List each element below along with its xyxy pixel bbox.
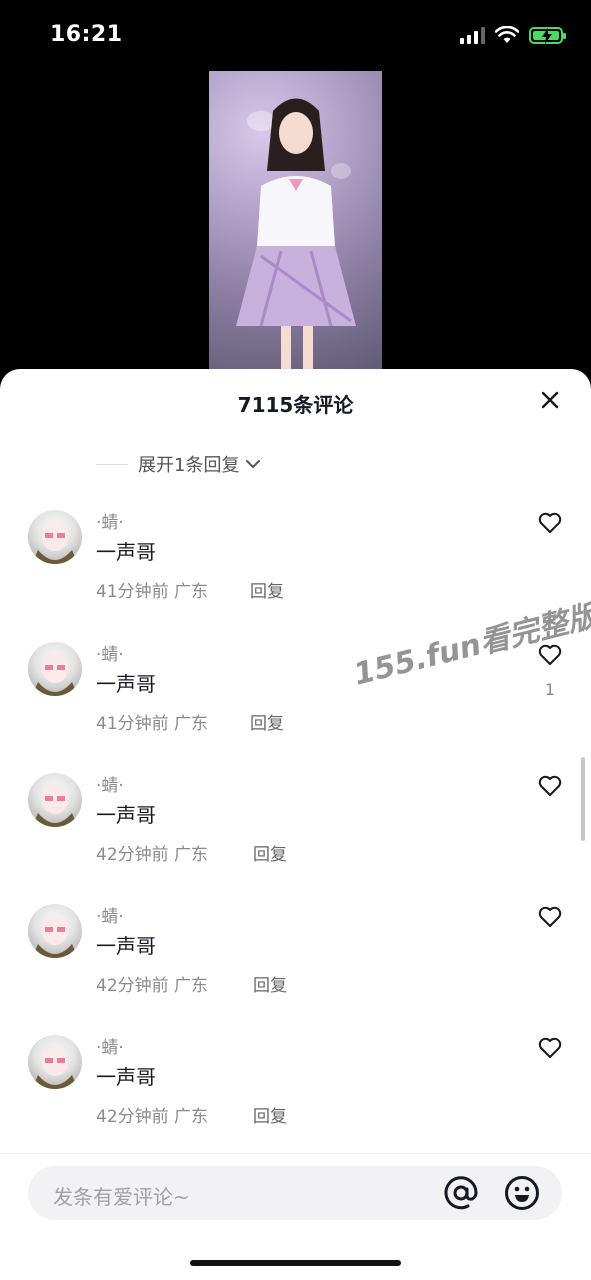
avatar[interactable]: [28, 773, 82, 827]
battery-icon: [529, 26, 566, 44]
comment-meta: 41分钟前 广东: [96, 709, 208, 734]
comment-username[interactable]: ·蜻·: [96, 508, 124, 533]
comment-username[interactable]: ·蜻·: [96, 902, 124, 927]
scrollbar[interactable]: [581, 757, 585, 841]
comment-username[interactable]: ·蜻·: [96, 640, 124, 665]
comment-item: ·蜻· 一声哥 42分钟前 广东 回复: [0, 904, 591, 1014]
comment-text: 一声哥: [96, 1065, 156, 1089]
at-icon[interactable]: [443, 1175, 479, 1211]
close-icon[interactable]: [539, 389, 561, 411]
avatar[interactable]: [28, 642, 82, 696]
comment-location: 广东: [174, 976, 209, 996]
wifi-icon: [495, 26, 519, 43]
video-preview[interactable]: [209, 71, 382, 376]
reply-button[interactable]: 回复: [253, 1102, 287, 1127]
comment-time: 41分钟前: [96, 582, 169, 602]
comment-input[interactable]: 发条有爱评论~: [28, 1166, 562, 1220]
comment-item: ·蜻· 一声哥 42分钟前 广东 回复: [0, 773, 591, 883]
emoji-icon[interactable]: [504, 1175, 540, 1211]
comment-meta: 41分钟前 广东: [96, 577, 208, 602]
status-bar: 16:21: [0, 0, 591, 70]
comment-username[interactable]: ·蜻·: [96, 771, 124, 796]
status-icons: [460, 26, 566, 44]
comment-item: ·蜻· 一声哥 41分钟前 广东 回复 1: [0, 642, 591, 752]
reply-button[interactable]: 回复: [250, 709, 284, 734]
heart-icon[interactable]: [537, 510, 563, 536]
comment-text: 一声哥: [96, 803, 156, 827]
comment-time: 42分钟前: [96, 1107, 169, 1127]
comment-time: 41分钟前: [96, 714, 169, 734]
expand-replies-button[interactable]: 展开1条回复: [96, 451, 261, 477]
comment-text: 一声哥: [96, 540, 156, 564]
input-divider: [0, 1153, 591, 1154]
home-indicator: [190, 1260, 401, 1266]
comment-input-placeholder: 发条有爱评论~: [53, 1185, 190, 1209]
heart-icon[interactable]: [537, 1035, 563, 1061]
expand-divider: [96, 463, 128, 465]
comment-time: 42分钟前: [96, 845, 169, 865]
avatar[interactable]: [28, 510, 82, 564]
heart-icon[interactable]: [537, 904, 563, 930]
comment-location: 广东: [174, 845, 209, 865]
avatar[interactable]: [28, 904, 82, 958]
comment-time: 42分钟前: [96, 976, 169, 996]
expand-replies-label: 展开1条回复: [138, 455, 240, 476]
signal-icon: [460, 26, 485, 44]
reply-button[interactable]: 回复: [253, 840, 287, 865]
comment-text: 一声哥: [96, 934, 156, 958]
comment-location: 广东: [174, 1107, 209, 1127]
avatar[interactable]: [28, 1035, 82, 1089]
status-time: 16:21: [50, 22, 123, 47]
comment-item: ·蜻· 一声哥 42分钟前 广东 回复: [0, 1035, 591, 1145]
reply-button[interactable]: 回复: [253, 971, 287, 996]
like-count: 1: [544, 680, 555, 699]
reply-button[interactable]: 回复: [250, 577, 284, 602]
comments-title: 7115条评论: [237, 393, 354, 417]
comment-location: 广东: [174, 714, 209, 734]
comment-meta: 42分钟前 广东: [96, 1102, 208, 1127]
chevron-down-icon: [246, 460, 261, 469]
video-figure-image: [235, 98, 356, 376]
comment-meta: 42分钟前 广东: [96, 971, 208, 996]
heart-icon[interactable]: [537, 773, 563, 799]
comment-location: 广东: [174, 582, 209, 602]
comment-text: 一声哥: [96, 672, 156, 696]
comment-username[interactable]: ·蜻·: [96, 1033, 124, 1058]
comments-sheet: 7115条评论 展开1条回复 ·蜻· 一声哥 41分钟前 广东 回复 ·蜻· 一…: [0, 369, 591, 1280]
comment-item: ·蜻· 一声哥 41分钟前 广东 回复: [0, 510, 591, 620]
comment-meta: 42分钟前 广东: [96, 840, 208, 865]
